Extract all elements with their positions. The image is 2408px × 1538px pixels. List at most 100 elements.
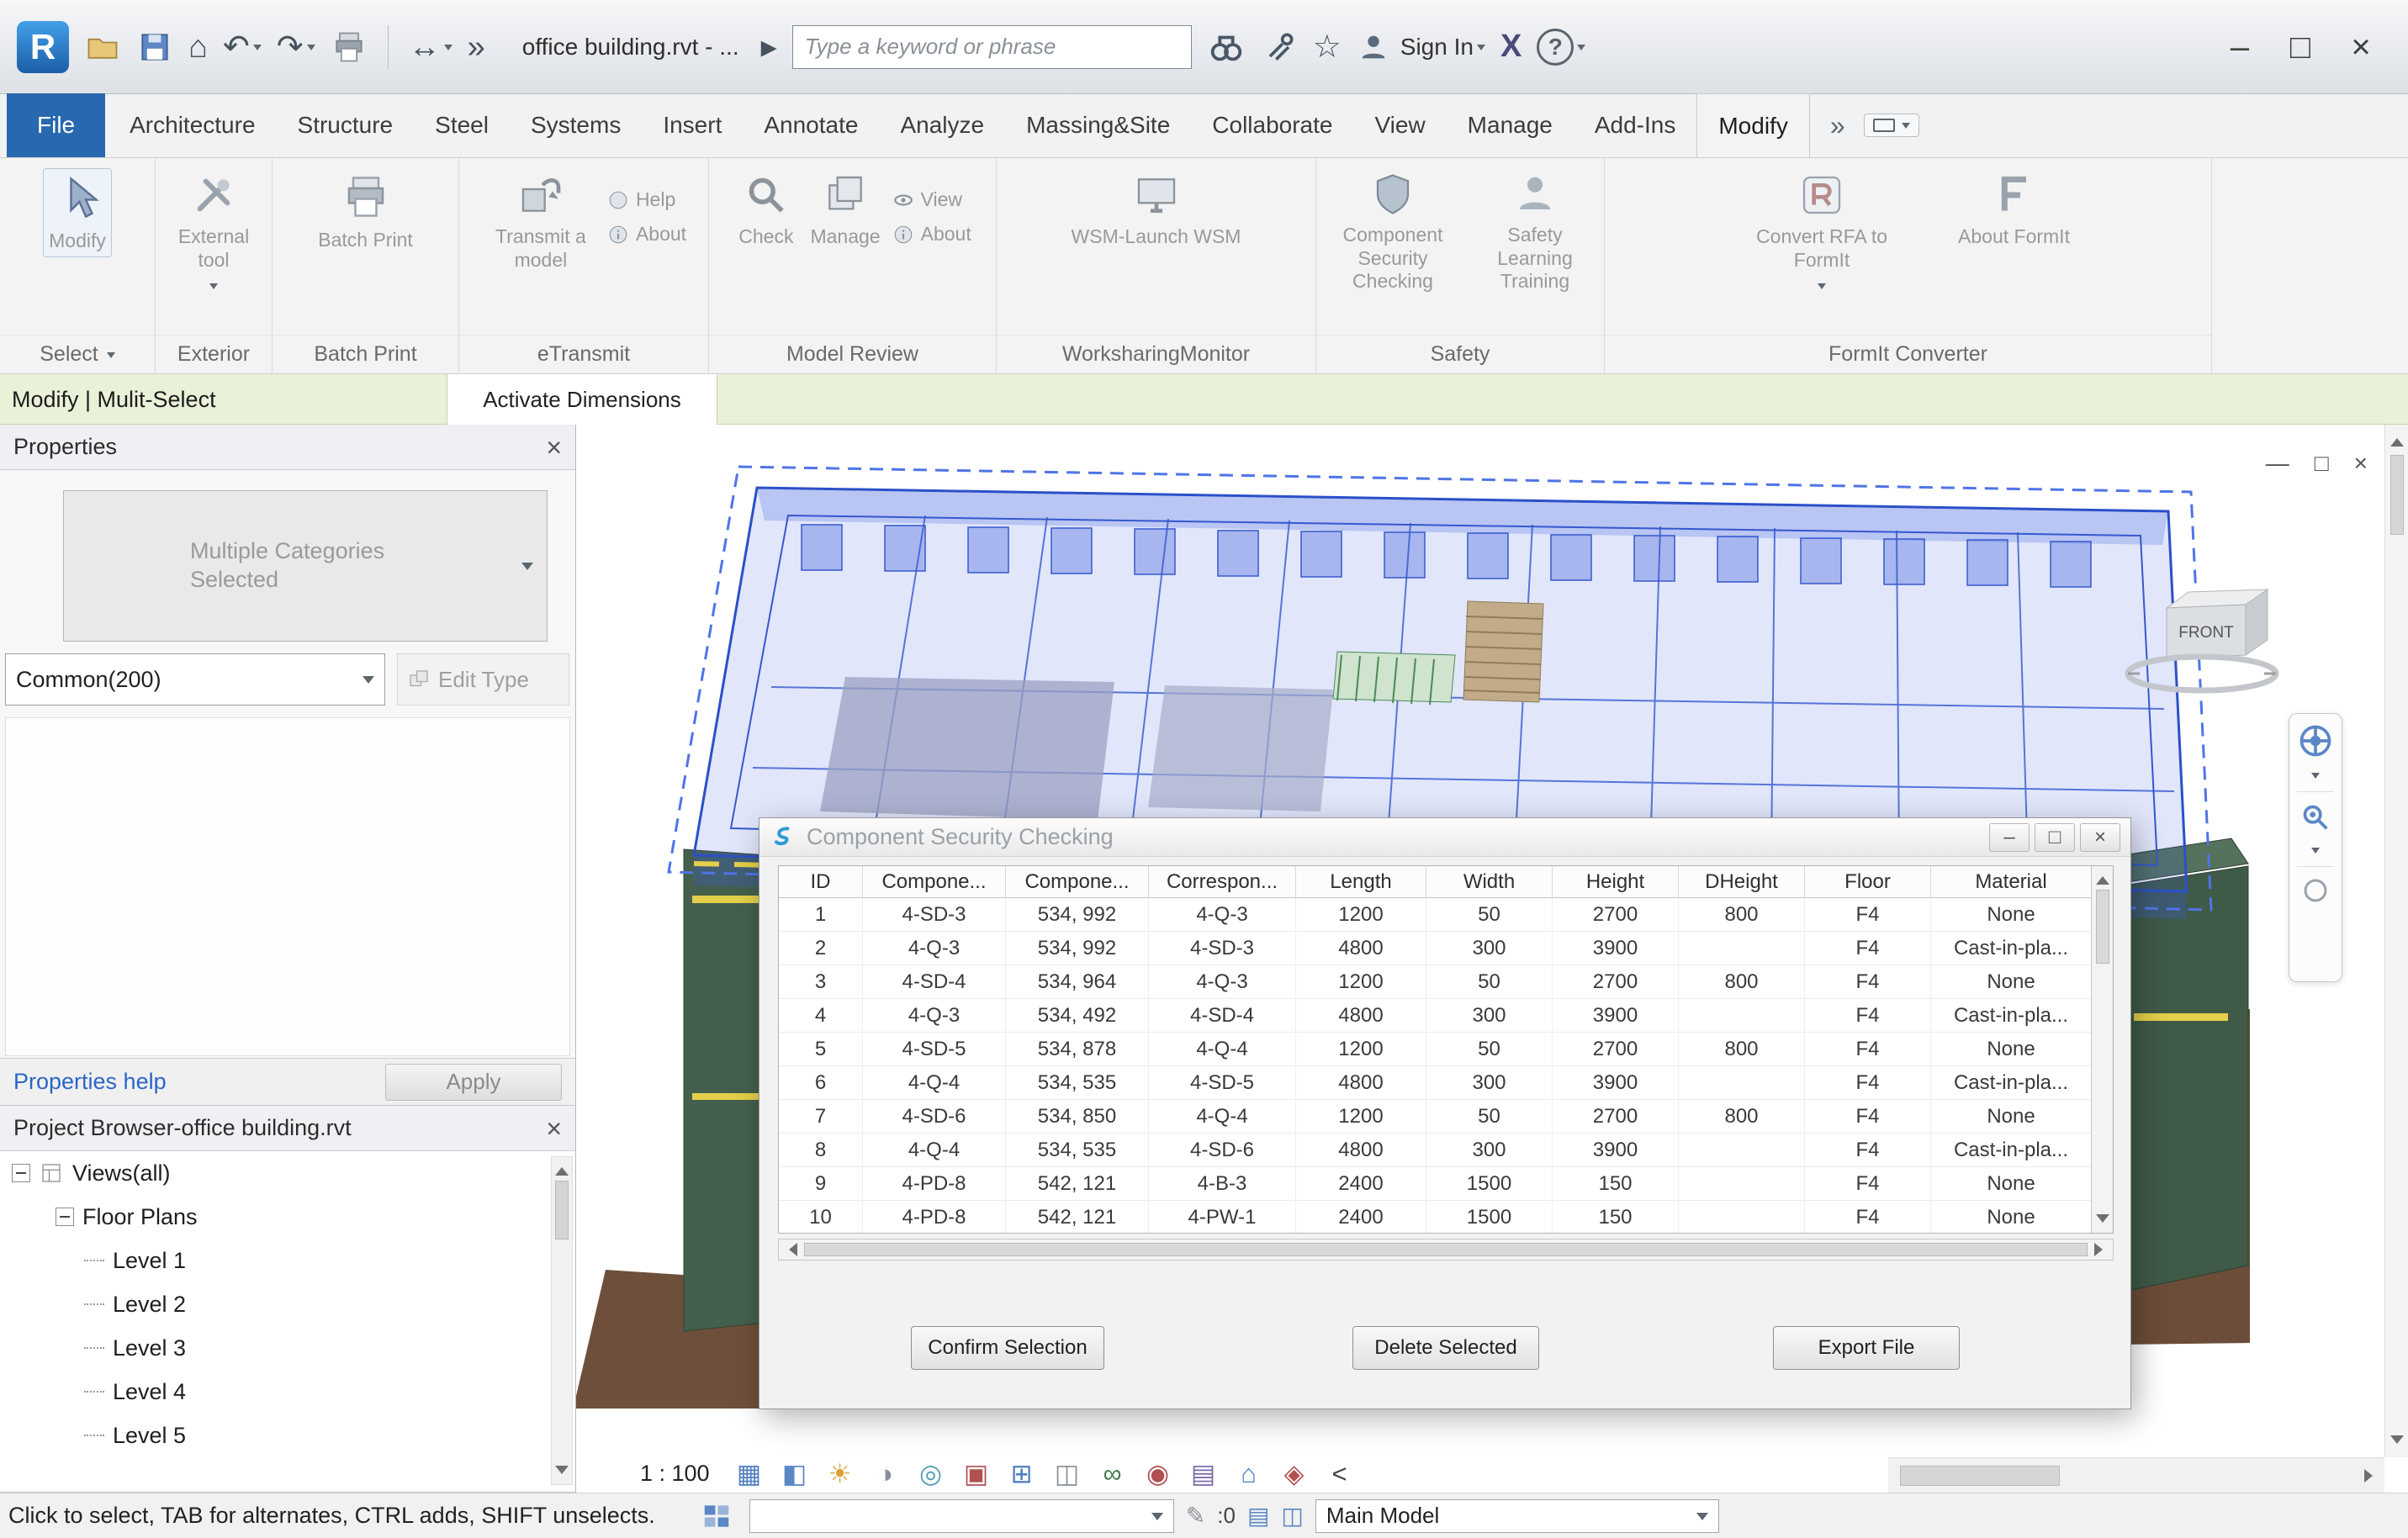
editable-only-icon[interactable]: ✎ (1186, 1504, 1205, 1528)
ribbon-tab[interactable]: Steel (414, 93, 510, 157)
scrollbar-thumb[interactable] (2096, 890, 2109, 964)
view-properties-icon[interactable]: ▤ (1186, 1456, 1221, 1491)
scroll-up-icon[interactable] (2390, 431, 2404, 447)
shadows-icon[interactable]: ◑ (868, 1456, 903, 1491)
about-formit-button[interactable]: About FormIt (1953, 168, 2075, 252)
canvas-horizontal-scrollbar[interactable] (1888, 1457, 2384, 1493)
ribbon-tab[interactable]: Analyze (879, 93, 1005, 157)
previous-view-icon[interactable] (2300, 875, 2331, 906)
column-header[interactable]: Compone... (1006, 866, 1149, 897)
exchange-apps-button[interactable]: X (1500, 29, 1522, 65)
search-button[interactable] (1207, 28, 1246, 66)
scrollbar-thumb[interactable] (555, 1181, 569, 1239)
ribbon-state-toggle[interactable] (1864, 114, 1919, 137)
activate-dimensions-button[interactable]: Activate Dimensions (447, 374, 717, 425)
type-selector[interactable]: Multiple Categories Selected (63, 490, 548, 642)
table-row[interactable]: 34-SD-4534, 9644-Q-3 1200502700800 F4Non… (779, 965, 2091, 999)
measure-button[interactable]: ↔ (409, 31, 452, 63)
tree-item-floor-plans[interactable]: Floor Plans (0, 1195, 575, 1239)
column-header[interactable]: Height (1553, 866, 1679, 897)
component-security-dialog[interactable]: Component Security Checking – □ × IDComp… (759, 817, 2131, 1409)
scroll-right-icon[interactable] (2094, 1243, 2109, 1256)
redo-dropdown-icon[interactable] (307, 45, 315, 55)
worksets-icon[interactable] (701, 1500, 733, 1532)
export-file-button[interactable]: Export File (1773, 1326, 1960, 1370)
favorites-button[interactable]: ☆ (1313, 31, 1342, 63)
table-row[interactable]: 54-SD-5534, 8784-Q-4 1200502700800 F4Non… (779, 1033, 2091, 1066)
tree-item-level-2[interactable]: Level 2 (0, 1282, 575, 1326)
column-header[interactable]: Compone... (863, 866, 1006, 897)
sync-button[interactable]: ⌂ (188, 31, 208, 63)
scrollbar-thumb[interactable] (804, 1243, 2088, 1256)
column-header[interactable]: Length (1296, 866, 1426, 897)
tree-item-level-5[interactable]: Level 5 (0, 1414, 575, 1457)
active-model-icon[interactable]: ◫ (1281, 1504, 1303, 1528)
component-table[interactable]: IDCompone...Compone...Correspon...Length… (778, 865, 2114, 1234)
column-header[interactable]: Width (1426, 866, 1553, 897)
detail-level-icon[interactable]: ▦ (732, 1456, 767, 1491)
tree-item-level-1[interactable]: Level 1 (0, 1239, 575, 1282)
project-browser-scrollbar[interactable] (551, 1156, 573, 1485)
visual-style-icon[interactable]: ◧ (777, 1456, 812, 1491)
project-browser-close-icon[interactable]: × (546, 1115, 562, 1142)
view-close-icon[interactable]: × (2354, 450, 2368, 477)
view-minimize-icon[interactable]: — (2266, 450, 2289, 477)
crop-region-icon[interactable]: ⊞ (1004, 1456, 1040, 1491)
sun-path-icon[interactable]: ☀ (823, 1456, 858, 1491)
save-button[interactable] (136, 29, 173, 66)
customize-qat-button[interactable]: » (468, 31, 485, 63)
etransmit-help-button[interactable]: Help (607, 188, 686, 211)
reveal-constraints-icon[interactable]: ◈ (1277, 1456, 1312, 1491)
ribbon-tab[interactable]: File (7, 93, 105, 157)
table-row[interactable]: 44-Q-3534, 4924-SD-4 48003003900 F4Cast-… (779, 999, 2091, 1033)
measure-dropdown-icon[interactable] (444, 45, 452, 55)
collapse-bar-icon[interactable]: < (1322, 1456, 1357, 1491)
communication-center-button[interactable] (1261, 29, 1298, 66)
maximize-button[interactable]: □ (2270, 30, 2331, 64)
column-header[interactable]: Floor (1805, 866, 1931, 897)
etransmit-about-button[interactable]: About (607, 223, 686, 246)
workset-combo[interactable] (749, 1499, 1174, 1533)
tree-item-views[interactable]: Views(all) (0, 1151, 575, 1195)
ribbon-tab[interactable]: View (1353, 93, 1446, 157)
undo-button[interactable]: ↶ (223, 31, 262, 63)
filter-dropdown-icon[interactable] (363, 676, 374, 690)
scroll-down-icon[interactable] (2390, 1435, 2404, 1451)
table-row[interactable]: 84-Q-4534, 5354-SD-6 48003003900 F4Cast-… (779, 1134, 2091, 1167)
modify-button[interactable]: Modify (43, 168, 112, 257)
hide-isolate-icon[interactable]: ∞ (1095, 1456, 1130, 1491)
ribbon-tab[interactable]: Manage (1447, 93, 1574, 157)
revit-logo-icon[interactable]: R (17, 21, 69, 73)
transmit-model-button[interactable]: Transmit a model (481, 168, 601, 275)
dialog-title-bar[interactable]: Component Security Checking – □ × (759, 818, 2130, 857)
close-button[interactable]: × (2331, 30, 2391, 64)
manage-button[interactable]: Manage (805, 168, 885, 252)
scroll-left-icon[interactable] (782, 1243, 797, 1256)
combo-dropdown-icon[interactable] (1151, 1513, 1163, 1526)
edit-type-button[interactable]: Edit Type (397, 653, 569, 706)
convert-rfa-button[interactable]: Convert RFA to FormIt (1741, 168, 1903, 297)
sign-in-dropdown-icon[interactable] (1477, 45, 1485, 55)
scroll-down-icon[interactable] (555, 1466, 569, 1481)
steering-wheel-icon[interactable] (2297, 722, 2334, 759)
properties-close-icon[interactable]: × (546, 434, 562, 461)
column-header[interactable]: Material (1931, 866, 2091, 897)
reveal-hidden-icon[interactable]: ◉ (1140, 1456, 1176, 1491)
scrollbar-thumb[interactable] (1900, 1466, 2060, 1486)
dialog-maximize-button[interactable]: □ (2035, 823, 2075, 852)
column-header[interactable]: Correspon... (1149, 866, 1296, 897)
table-row[interactable]: 24-Q-3534, 9924-SD-3 48003003900 F4Cast-… (779, 932, 2091, 965)
scale-button[interactable]: 1 : 100 (640, 1461, 710, 1487)
apply-button[interactable]: Apply (385, 1064, 562, 1101)
panel-label-select[interactable]: Select (0, 335, 155, 373)
dialog-close-button[interactable]: × (2080, 823, 2120, 852)
viewcube-front-label[interactable]: FRONT (2178, 624, 2234, 642)
ribbon-tab[interactable]: Massing&Site (1005, 93, 1191, 157)
table-vertical-scrollbar[interactable] (2091, 866, 2113, 1233)
help-button[interactable]: ? (1537, 29, 1585, 66)
ribbon-tab[interactable]: Structure (277, 93, 415, 157)
column-header[interactable]: DHeight (1679, 866, 1805, 897)
ribbon-tab[interactable]: Insert (642, 93, 743, 157)
scrollbar-thumb[interactable] (2390, 455, 2404, 535)
print-button[interactable] (331, 29, 368, 66)
